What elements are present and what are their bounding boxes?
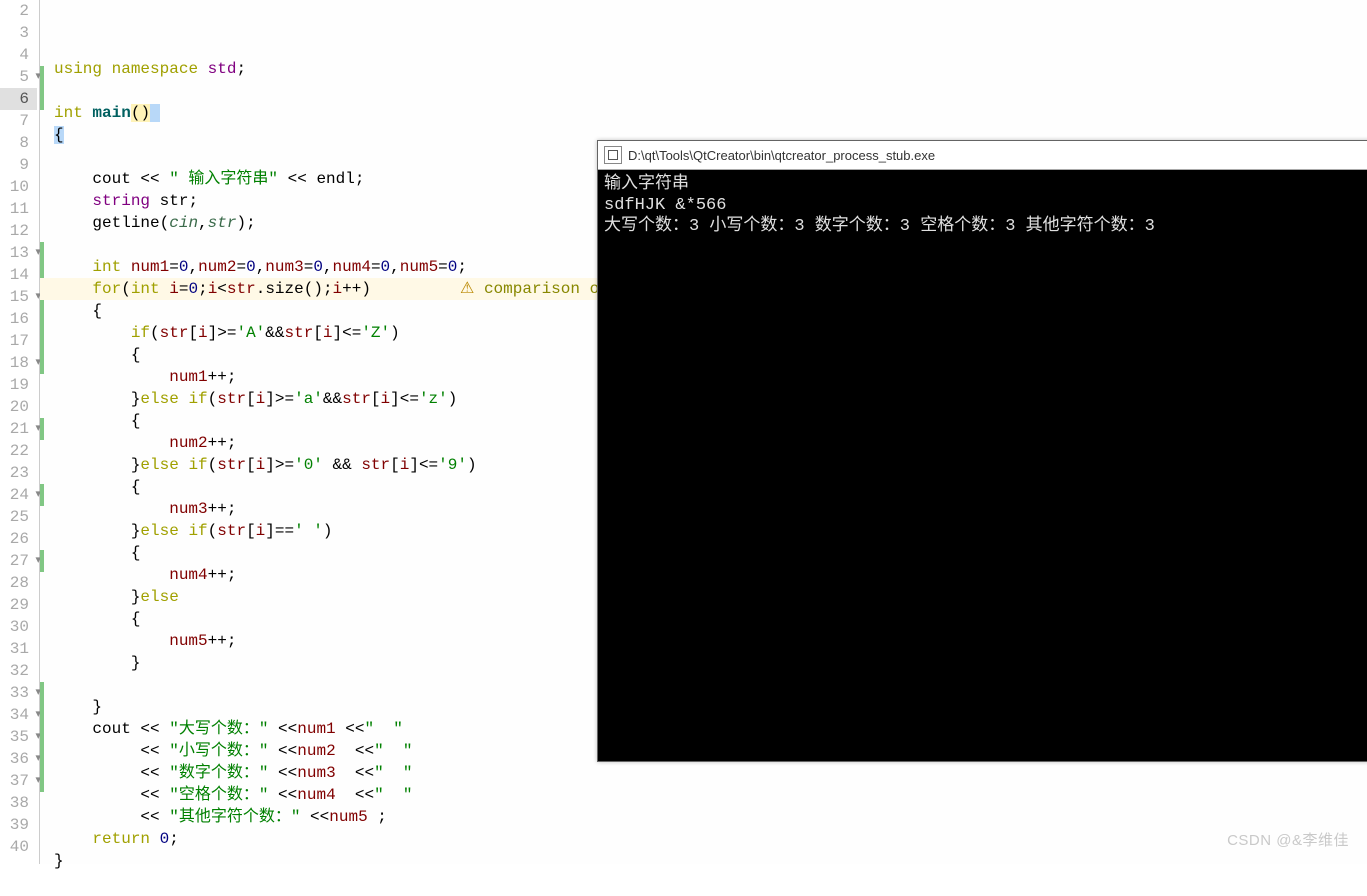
console-line: 大写个数：3 小写个数：3 数字个数：3 空格个数：3 其他字符个数：3 [604, 216, 1367, 237]
console-line: sdfHJK &*566 [604, 195, 1367, 216]
watermark: CSDN @&李维佳 [1227, 829, 1349, 850]
console-window[interactable]: D:\qt\Tools\QtCreator\bin\qtcreator_proc… [597, 140, 1367, 762]
console-title: D:\qt\Tools\QtCreator\bin\qtcreator_proc… [628, 148, 935, 163]
console-titlebar[interactable]: D:\qt\Tools\QtCreator\bin\qtcreator_proc… [598, 141, 1367, 170]
line-gutter[interactable]: 2345678910111213141516171819202122232425… [0, 0, 40, 864]
app-icon [604, 146, 622, 164]
console-output: 输入字符串 sdfHJK &*566 大写个数：3 小写个数：3 数字个数：3 … [598, 170, 1367, 241]
console-line: 输入字符串 [604, 174, 1367, 195]
